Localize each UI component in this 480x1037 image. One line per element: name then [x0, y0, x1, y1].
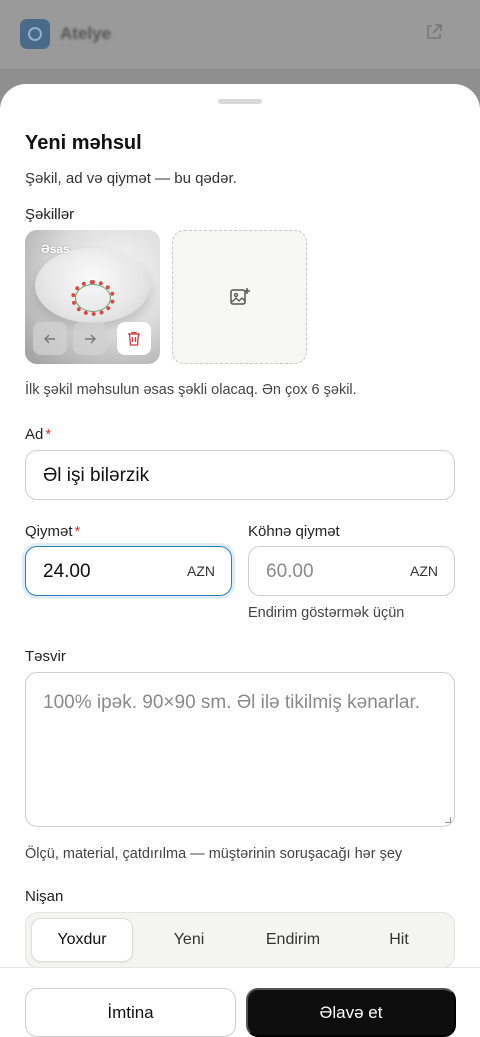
new-product-sheet: Yeni məhsul Şəkil, ad və qiymət — bu qəd…: [0, 84, 480, 1037]
price-currency: AZN: [187, 563, 215, 579]
badge-label: Nişan: [25, 888, 64, 905]
product-image-tile[interactable]: Əsas: [25, 230, 160, 364]
arrow-right-icon: [85, 334, 96, 343]
badge-option-new[interactable]: Yeni: [138, 918, 240, 962]
sheet-subtitle: Şəkil, ad və qiymət — bu qədər.: [25, 170, 237, 187]
external-link-icon: [427, 24, 442, 39]
images-label: Şəkillər: [25, 206, 75, 223]
old-price-placeholder: 60.00: [266, 561, 314, 582]
description-placeholder: 100% ipək. 90×90 sm. Əl ilə tikilmiş kən…: [43, 692, 421, 713]
images-hint: İlk şəkil məhsulun əsas şəkli olacaq. Ən…: [25, 382, 357, 398]
description-label: Təsvir: [25, 648, 66, 665]
trash-icon: [128, 331, 140, 346]
badge-option-sale[interactable]: Endirim: [242, 918, 344, 962]
old-price-hint: Endirim göstərmək üçün: [248, 605, 405, 621]
name-label: Ad *: [25, 426, 51, 443]
move-right-button[interactable]: [73, 322, 107, 355]
name-label-text: Ad: [25, 426, 44, 443]
app-logo-icon: [20, 19, 50, 49]
sheet-footer: İmtina Əlavə et: [0, 967, 480, 1037]
price-label-text: Qiymət: [25, 523, 73, 540]
badge-segmented-control: Yoxdur Yeni Endirim Hit: [25, 912, 455, 968]
background-app-bar: Atelye: [0, 0, 480, 70]
main-image-badge: Əsas: [41, 242, 70, 256]
cancel-button[interactable]: İmtina: [25, 988, 236, 1037]
price-input[interactable]: 24.00 AZN: [25, 546, 232, 596]
description-textarea[interactable]: 100% ipək. 90×90 sm. Əl ilə tikilmiş kən…: [25, 672, 455, 827]
old-price-currency: AZN: [410, 563, 438, 579]
name-input[interactable]: Əl işi bilərzik: [25, 450, 455, 500]
app-title: Atelye: [60, 24, 112, 43]
required-mark: *: [45, 426, 52, 443]
sheet-drag-handle[interactable]: [218, 99, 262, 104]
old-price-input[interactable]: 60.00 AZN: [248, 546, 455, 596]
required-mark: *: [74, 523, 81, 540]
arrow-left-icon: [44, 334, 55, 343]
sheet-title: Yeni məhsul: [25, 132, 142, 154]
add-product-button[interactable]: Əlavə et: [246, 988, 456, 1037]
badge-option-hit[interactable]: Hit: [348, 918, 450, 962]
add-image-button[interactable]: [172, 230, 307, 364]
badge-option-none[interactable]: Yoxdur: [31, 918, 133, 962]
price-label: Qiymət *: [25, 523, 80, 540]
price-input-value: 24.00: [43, 561, 91, 582]
description-hint: Ölçü, material, çatdırılma — müştərinin …: [25, 846, 403, 862]
product-photo-bracelet: [71, 280, 115, 316]
resize-handle[interactable]: [445, 817, 451, 823]
move-left-button[interactable]: [33, 322, 67, 355]
old-price-label: Köhnə qiymət: [248, 523, 340, 540]
image-plus-icon: [229, 288, 250, 305]
delete-image-button[interactable]: [117, 322, 151, 355]
name-input-value: Əl işi bilərzik: [43, 465, 150, 486]
